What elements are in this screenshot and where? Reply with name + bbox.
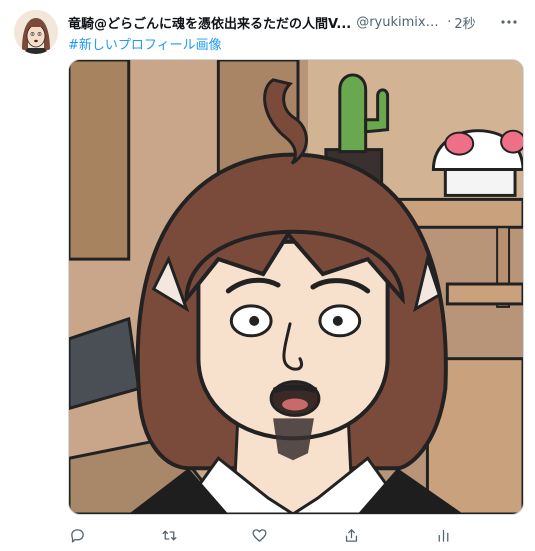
reply-button[interactable] (64, 522, 90, 548)
tweet-header: 竜騎@どらごんに魂を憑依出来るただの人間V... @ryukimixVtu...… (68, 12, 483, 32)
separator: · (447, 14, 452, 30)
avatar[interactable] (14, 10, 58, 54)
retweet-button[interactable] (156, 522, 182, 548)
share-button[interactable] (338, 522, 364, 548)
tweet-image[interactable] (68, 59, 524, 515)
retweet-icon (161, 530, 177, 540)
reply-icon (70, 528, 84, 543)
timestamp[interactable]: 2秒 (454, 13, 475, 32)
like-button[interactable] (246, 522, 272, 548)
analytics-button[interactable] (430, 522, 456, 548)
display-name[interactable]: 竜騎@どらごんに魂を憑依出来るただの人間V... (68, 13, 351, 32)
user-handle[interactable]: @ryukimixVtu... (356, 15, 444, 30)
more-button[interactable] (497, 10, 521, 34)
tweet: 竜騎@どらごんに魂を憑依出来るただの人間V... @ryukimixVtu...… (0, 0, 535, 551)
like-icon (251, 528, 267, 542)
share-icon (345, 528, 357, 542)
more-horizontal-icon (501, 20, 517, 24)
hashtag-link[interactable]: #新しいプロフィール画像 (68, 34, 222, 53)
analytics-icon (438, 529, 448, 542)
action-bar (60, 522, 460, 548)
